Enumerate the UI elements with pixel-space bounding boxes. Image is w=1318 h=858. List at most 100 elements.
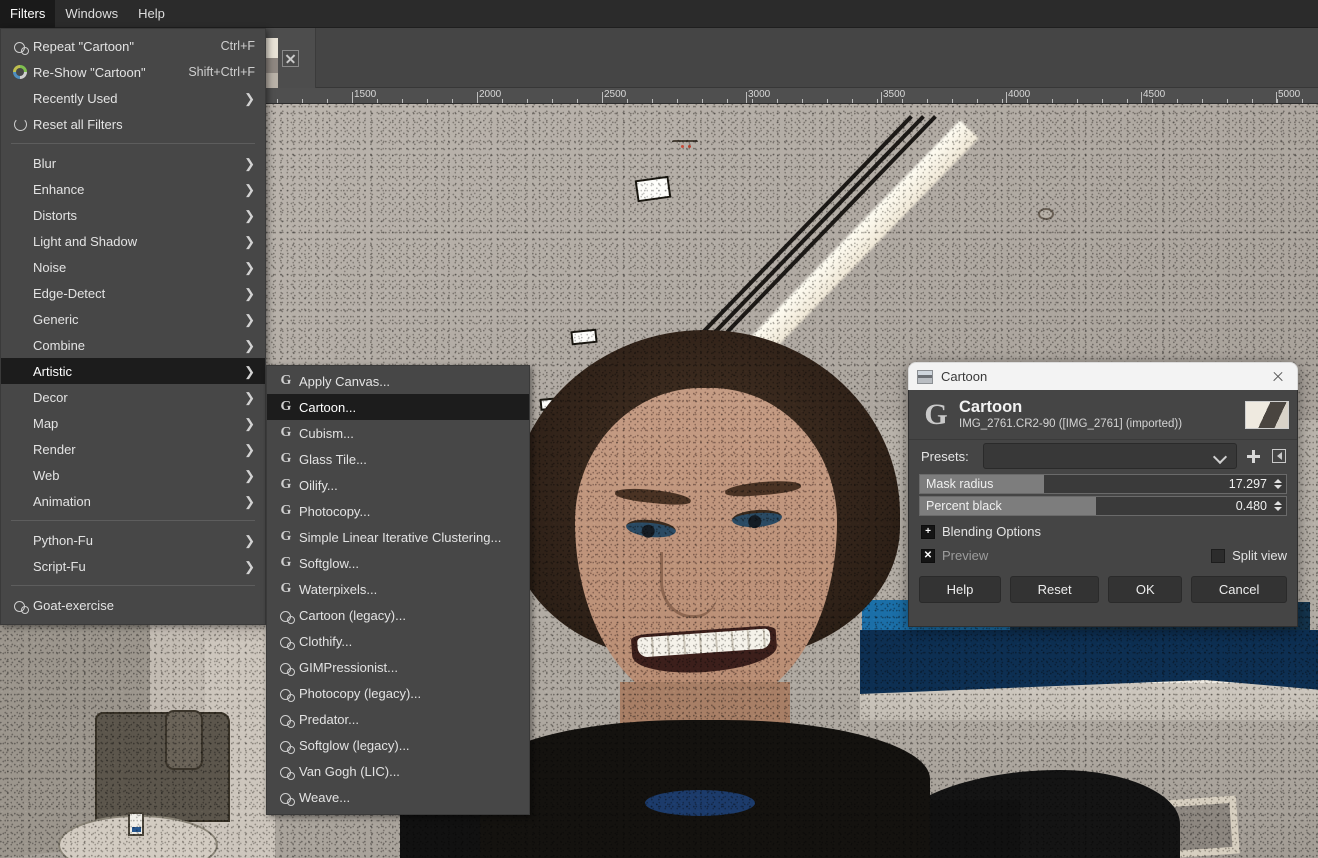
artistic-menu-item-cubism[interactable]: G Cubism...	[267, 420, 529, 446]
preview-label: Preview	[942, 548, 989, 563]
filters-menu-item-web[interactable]: Web ❯	[1, 462, 265, 488]
gimp-icon-glyph: G	[280, 529, 292, 544]
menu-item-label: Recently Used	[33, 90, 118, 106]
ruler-tick	[427, 99, 428, 103]
menu-item-label: Light and Shadow	[33, 233, 138, 249]
ruler-tick	[1127, 99, 1128, 103]
artistic-menu-item-apply-canvas[interactable]: G Apply Canvas...	[267, 368, 529, 394]
artistic-menu-item-gimpressionist[interactable]: GIMPressionist...	[267, 654, 529, 680]
cancel-button[interactable]: Cancel	[1191, 576, 1287, 603]
preview-checkbox[interactable]: ✕	[921, 548, 935, 563]
filters-menu-item-recently-used[interactable]: Recently Used ❯	[1, 85, 265, 111]
artistic-menu-item-oilify[interactable]: G Oilify...	[267, 472, 529, 498]
no-icon	[9, 284, 31, 302]
no-icon	[9, 362, 31, 380]
menubar-item-windows[interactable]: Windows	[55, 0, 128, 28]
artistic-menu-item-photocopy[interactable]: G Photocopy...	[267, 498, 529, 524]
artistic-menu-item-predator[interactable]: Predator...	[267, 706, 529, 732]
slider-mask-radius[interactable]: Mask radius 17.297	[919, 474, 1287, 494]
artistic-menu-item-waterpixels[interactable]: G Waterpixels...	[267, 576, 529, 602]
split-view-checkbox[interactable]	[1211, 548, 1226, 563]
artistic-menu-item-glass-tile[interactable]: G Glass Tile...	[267, 446, 529, 472]
artistic-submenu[interactable]: G Apply Canvas... G Cartoon... G Cubism... G Gl…	[266, 365, 530, 815]
filters-menu-item-reset-all-filters[interactable]: Reset all Filters	[1, 111, 265, 137]
filters-menu[interactable]: Repeat "Cartoon" Ctrl+F Re-Show "Cartoon" S…	[0, 28, 266, 625]
artistic-menu-item-softglow-legacy[interactable]: Softglow (legacy)...	[267, 732, 529, 758]
filters-menu-item-script-fu[interactable]: Script-Fu ❯	[1, 553, 265, 579]
filters-menu-item-combine[interactable]: Combine ❯	[1, 332, 265, 358]
blending-options-row[interactable]: + Blending Options	[909, 518, 1297, 542]
help-button[interactable]: Help	[919, 576, 1001, 603]
presets-combobox[interactable]	[983, 443, 1237, 469]
artistic-menu-item-van-gogh-lic[interactable]: Van Gogh (LIC)...	[267, 758, 529, 784]
spinner-arrows[interactable]	[1271, 497, 1284, 515]
filters-menu-item-noise[interactable]: Noise ❯	[1, 254, 265, 280]
spinner-arrows[interactable]	[1271, 475, 1284, 493]
gimp-icon: G	[275, 424, 297, 442]
ruler-tick	[577, 99, 578, 103]
ok-button[interactable]: OK	[1108, 576, 1183, 603]
slider-value[interactable]: 17.297	[1229, 477, 1271, 491]
no-icon	[9, 232, 31, 250]
filters-menu-item-goat-exercise[interactable]: Goat-exercise	[1, 592, 265, 618]
filters-menu-item-re-show-cartoon[interactable]: Re-Show "Cartoon" Shift+Ctrl+F	[1, 59, 265, 85]
filters-menu-item-blur[interactable]: Blur ❯	[1, 150, 265, 176]
chevron-right-icon: ❯	[244, 90, 255, 106]
filters-menu-item-animation[interactable]: Animation ❯	[1, 488, 265, 514]
filters-menu-item-python-fu[interactable]: Python-Fu ❯	[1, 527, 265, 553]
filters-menu-item-repeat-cartoon[interactable]: Repeat "Cartoon" Ctrl+F	[1, 33, 265, 59]
filters-menu-item-edge-detect[interactable]: Edge-Detect ❯	[1, 280, 265, 306]
expander-icon[interactable]: +	[921, 524, 935, 539]
menubar-item-filters[interactable]: Filters	[0, 0, 56, 28]
menu-item-label: Distorts	[33, 207, 78, 223]
close-icon[interactable]	[1265, 366, 1291, 388]
filters-menu-item-light-and-shadow[interactable]: Light and Shadow ❯	[1, 228, 265, 254]
slider-percent-black[interactable]: Percent black 0.480	[919, 496, 1287, 516]
sofa	[95, 712, 230, 822]
add-preset-button[interactable]	[1243, 445, 1263, 467]
ruler-tick	[977, 99, 978, 103]
gear-icon-glyph	[279, 687, 295, 702]
filters-menu-item-distorts[interactable]: Distorts ❯	[1, 202, 265, 228]
artistic-menu-item-photocopy-legacy[interactable]: Photocopy (legacy)...	[267, 680, 529, 706]
filters-menu-item-generic[interactable]: Generic ❯	[1, 306, 265, 332]
dialog-button-row: Help Reset OK Cancel	[909, 566, 1297, 603]
filters-menu-item-artistic[interactable]: Artistic ❯	[1, 358, 265, 384]
menu-item-label: Clothify...	[299, 633, 353, 649]
menu-item-label: Render	[33, 441, 76, 457]
cartoon-dialog[interactable]: Cartoon G Cartoon IMG_2761.CR2-90 ([IMG_…	[908, 362, 1298, 627]
menubar-item-help[interactable]: Help	[128, 0, 175, 28]
artistic-menu-item-softglow[interactable]: G Softglow...	[267, 550, 529, 576]
menu-item-label: Artistic	[33, 363, 72, 379]
ruler-tick	[627, 99, 628, 103]
image-tab[interactable]	[260, 28, 316, 88]
filters-menu-item-map[interactable]: Map ❯	[1, 410, 265, 436]
artistic-menu-item-clothify[interactable]: Clothify...	[267, 628, 529, 654]
dialog-titlebar[interactable]: Cartoon	[908, 362, 1298, 390]
gimp-icon: G	[275, 476, 297, 494]
artistic-menu-item-cartoon[interactable]: G Cartoon...	[267, 394, 529, 420]
filters-menu-item-enhance[interactable]: Enhance ❯	[1, 176, 265, 202]
no-icon	[9, 89, 31, 107]
dialog-header: G Cartoon IMG_2761.CR2-90 ([IMG_2761] (i…	[909, 390, 1297, 440]
ruler-tick	[552, 99, 553, 103]
chevron-right-icon: ❯	[244, 558, 255, 574]
filters-menu-item-decor[interactable]: Decor ❯	[1, 384, 265, 410]
preset-menu-button[interactable]	[1269, 445, 1289, 467]
artistic-menu-item-simple-linear-iterative-clustering[interactable]: G Simple Linear Iterative Clustering...	[267, 524, 529, 550]
reset-button[interactable]: Reset	[1010, 576, 1100, 603]
menu-item-label: Predator...	[299, 711, 359, 727]
sofa-arm	[165, 710, 203, 770]
artistic-menu-item-weave[interactable]: Weave...	[267, 784, 529, 810]
menu-item-label: Blur	[33, 155, 57, 171]
horizontal-ruler[interactable]: 1500 2000 2500 3000 3500 4000 4500 5000	[266, 88, 1318, 104]
preview-row[interactable]: ✕ Preview Split view	[909, 542, 1297, 566]
artistic-menu-item-cartoon-legacy[interactable]: Cartoon (legacy)...	[267, 602, 529, 628]
close-icon[interactable]	[282, 49, 299, 67]
chevron-right-icon: ❯	[244, 441, 255, 457]
menu-item-label: Repeat "Cartoon"	[33, 38, 135, 54]
slider-value[interactable]: 0.480	[1236, 499, 1271, 513]
filters-menu-item-render[interactable]: Render ❯	[1, 436, 265, 462]
ruler-tick	[1002, 99, 1003, 103]
no-icon	[9, 310, 31, 328]
